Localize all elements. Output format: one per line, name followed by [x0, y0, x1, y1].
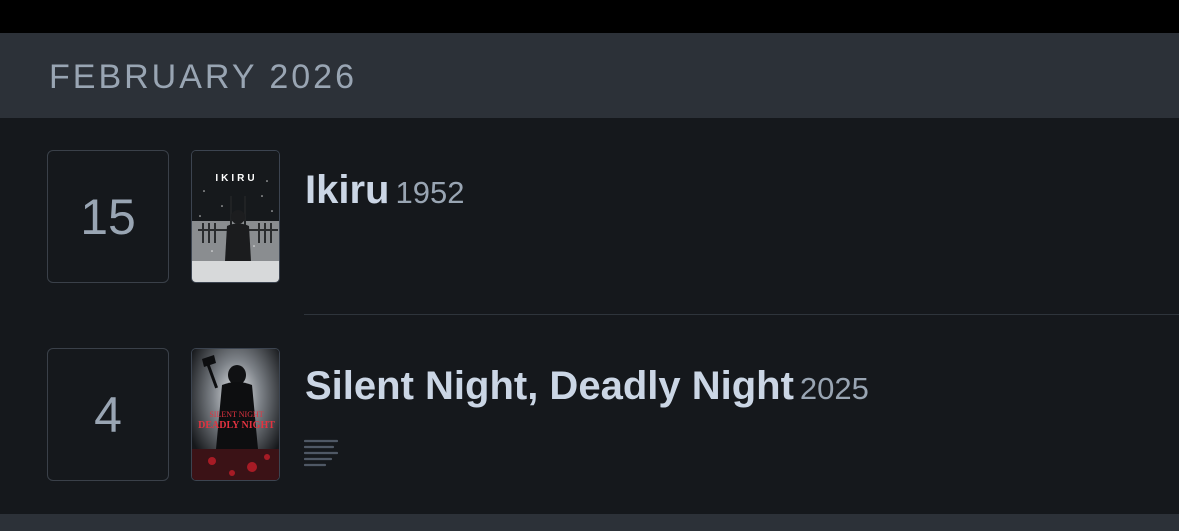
month-header-next	[0, 514, 1179, 531]
film-poster[interactable]: SILENT NIGHT DEADLY NIGHT	[191, 348, 280, 481]
diary-entry[interactable]: 15 IKIRU Ikiru 1952	[0, 118, 1179, 316]
film-poster[interactable]: IKIRU	[191, 150, 280, 283]
poster-title: IKIRU	[215, 173, 257, 184]
svg-text:SILENT NIGHT: SILENT NIGHT	[209, 410, 263, 419]
film-title[interactable]: Silent Night, Deadly Night	[305, 364, 794, 408]
film-title-line[interactable]: Ikiru 1952	[305, 168, 464, 213]
entry-divider	[304, 314, 1179, 315]
diary-entry[interactable]: 4 SILENT NIGHT DEADLY NIGHT Silent Night…	[0, 316, 1179, 514]
day-box: 15	[47, 150, 169, 283]
status-bar	[0, 0, 1179, 33]
review-lines-icon[interactable]	[304, 438, 338, 468]
film-year[interactable]: 2025	[800, 371, 869, 406]
day-box: 4	[47, 348, 169, 481]
film-year[interactable]: 1952	[395, 175, 464, 210]
svg-text:DEADLY NIGHT: DEADLY NIGHT	[198, 420, 275, 431]
film-title[interactable]: Ikiru	[305, 168, 389, 212]
month-label: FEBRUARY 2026	[49, 58, 357, 96]
film-title-line[interactable]: Silent Night, Deadly Night 2025	[305, 364, 869, 409]
